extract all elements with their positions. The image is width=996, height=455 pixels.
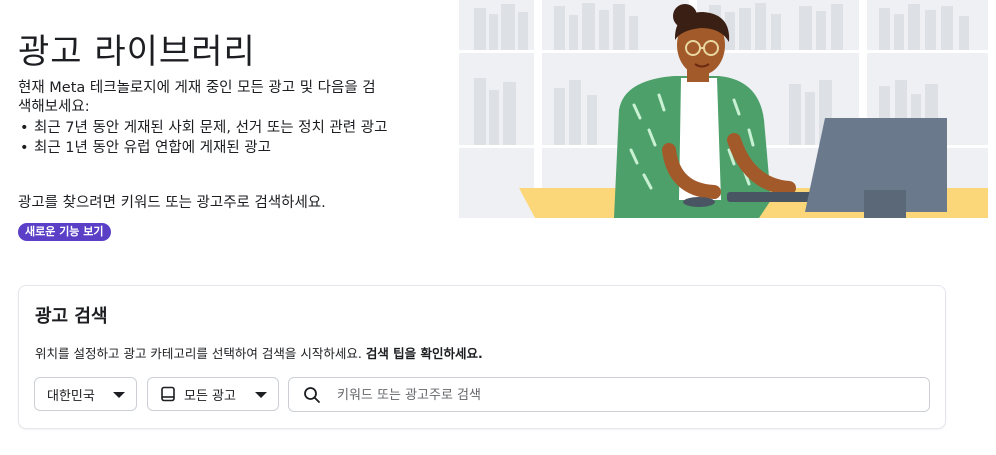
caret-down-icon (113, 392, 125, 398)
list-item: 최근 1년 동안 유럽 연합에 게재된 광고 (18, 139, 388, 158)
country-select[interactable]: 대한민국 (34, 377, 137, 411)
feature-list: 최근 7년 동안 게재된 사회 문제, 선거 또는 정치 관련 광고 최근 1년… (18, 119, 388, 159)
search-hint-text: 광고를 찾으려면 키워드 또는 광고주로 검색하세요. (18, 195, 326, 211)
list-item: 최근 7년 동안 게재된 사회 문제, 선거 또는 정치 관련 광고 (18, 119, 388, 138)
ad-category-select[interactable]: 모든 광고 (147, 377, 279, 411)
caret-down-icon (255, 392, 267, 398)
search-field[interactable] (288, 377, 930, 412)
hero-illustration (459, 0, 988, 218)
search-tips-link[interactable]: 검색 팁을 확인하세요. (366, 346, 483, 361)
intro-text: 현재 Meta 테크놀로지에 게재 중인 모든 광고 및 다음을 검색해보세요: (18, 80, 376, 115)
search-description-text: 위치를 설정하고 광고 카테고리를 선택하여 검색을 시작하세요. (35, 346, 362, 361)
page-title: 광고 라이브러리 (18, 32, 256, 72)
ad-category-select-value: 모든 광고 (184, 388, 236, 404)
search-section-title: 광고 검색 (35, 306, 108, 327)
new-features-badge[interactable]: 새로운 기능 보기 (18, 223, 111, 241)
tablet-icon (161, 386, 175, 402)
search-icon (304, 387, 320, 403)
country-select-value: 대한민국 (47, 388, 95, 404)
search-description: 위치를 설정하고 광고 카테고리를 선택하여 검색을 시작하세요. 검색 팁을 … (35, 343, 483, 362)
search-input[interactable] (335, 384, 919, 406)
ad-search-card: 광고 검색 위치를 설정하고 광고 카테고리를 선택하여 검색을 시작하세요. … (18, 285, 946, 429)
